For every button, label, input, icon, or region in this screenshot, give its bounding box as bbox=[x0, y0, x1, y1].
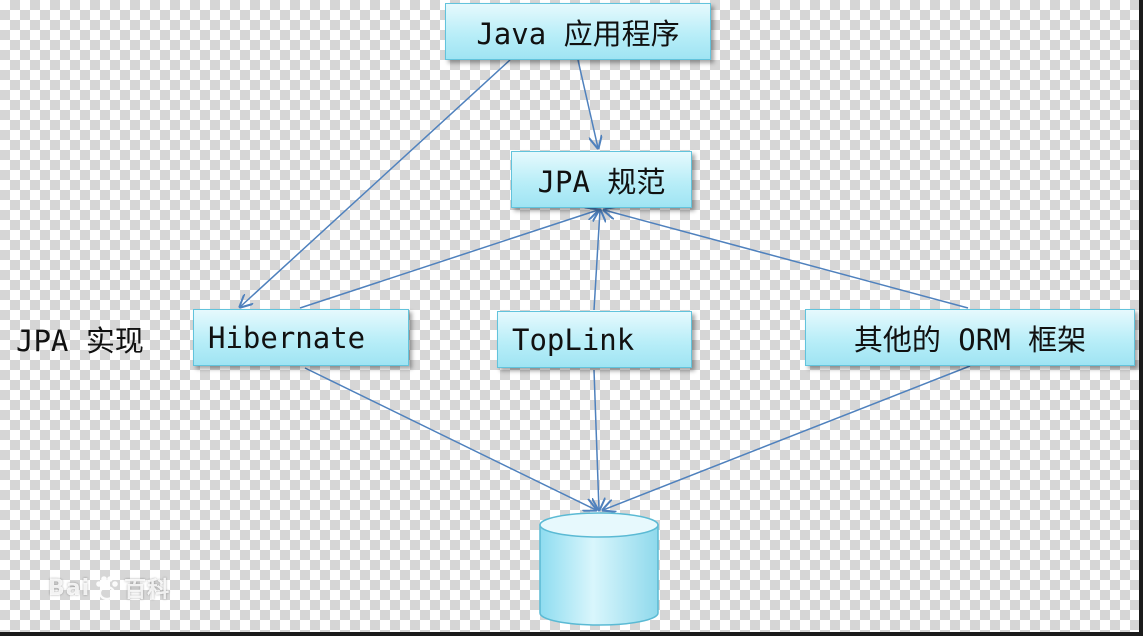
arrow-toplink-to-db bbox=[594, 369, 599, 510]
arrow-java-to-hibernate bbox=[240, 59, 511, 307]
watermark-right-text: 百科 bbox=[124, 578, 171, 603]
watermark-left-text: Bai bbox=[48, 575, 91, 601]
java-application-node: Java 应用程序 bbox=[445, 3, 711, 60]
jpa-spec-node: JPA 规范 bbox=[511, 151, 692, 208]
arrow-orm-to-db bbox=[603, 365, 971, 510]
arrow-hibernate-to-jpa bbox=[299, 210, 598, 309]
baidu-paw-icon bbox=[96, 576, 118, 601]
arrow-orm-to-jpa bbox=[604, 210, 969, 309]
baike-watermark: Bai 百科 bbox=[48, 572, 170, 604]
toplink-node: TopLink bbox=[497, 311, 692, 368]
arrow-toplink-to-jpa bbox=[594, 210, 600, 311]
hibernate-node: Hibernate bbox=[193, 309, 409, 366]
arrow-hibernate-to-db bbox=[304, 367, 596, 510]
jpa-implementation-label: JPA 实现 bbox=[16, 324, 144, 358]
other-orm-node: 其他的 ORM 框架 bbox=[805, 309, 1135, 366]
database-cylinder-icon bbox=[539, 512, 659, 626]
arrow-java-to-jpa bbox=[577, 59, 598, 148]
